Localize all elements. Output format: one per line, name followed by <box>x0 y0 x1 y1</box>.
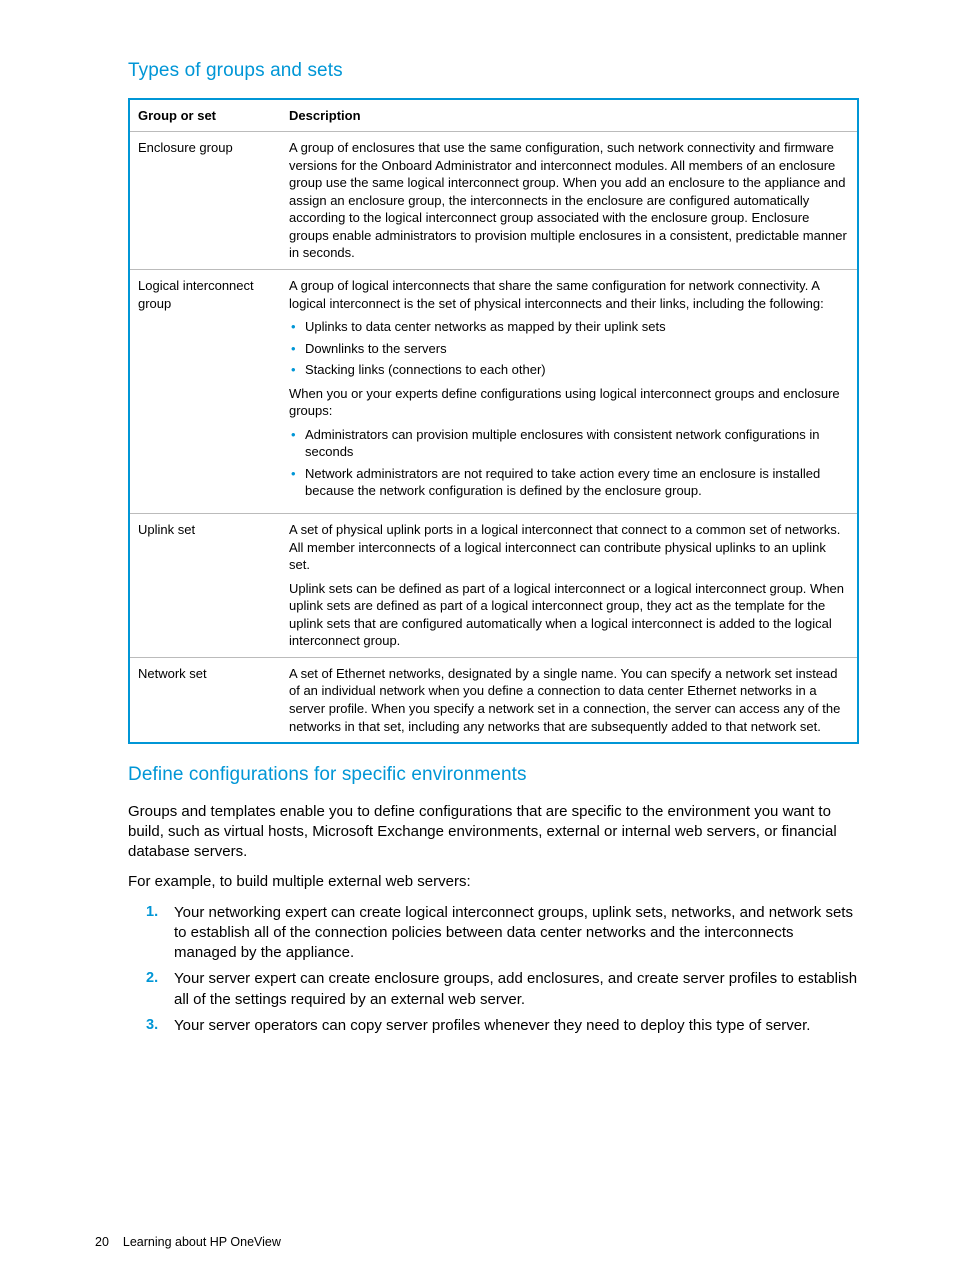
table-row: Uplink set A set of physical uplink port… <box>129 514 858 658</box>
body-paragraph: For example, to build multiple external … <box>128 872 859 892</box>
table-row: Enclosure group A group of enclosures th… <box>129 132 858 270</box>
row-name: Enclosure group <box>129 132 281 270</box>
bullet-list: Administrators can provision multiple en… <box>289 426 849 500</box>
list-item: Stacking links (connections to each othe… <box>289 361 849 379</box>
body-paragraph: Groups and templates enable you to defin… <box>128 802 859 863</box>
desc-paragraph: A group of logical interconnects that sh… <box>289 277 849 312</box>
numbered-list: Your networking expert can create logica… <box>146 903 859 1037</box>
desc-paragraph: A set of Ethernet networks, designated b… <box>289 665 849 735</box>
table-row: Network set A set of Ethernet networks, … <box>129 657 858 743</box>
groups-table: Group or set Description Enclosure group… <box>128 98 859 744</box>
list-item: Administrators can provision multiple en… <box>289 426 849 461</box>
page-number: 20 <box>95 1234 109 1251</box>
bullet-list: Uplinks to data center networks as mappe… <box>289 318 849 379</box>
list-item: Network administrators are not required … <box>289 465 849 500</box>
table-header-description: Description <box>281 99 858 132</box>
row-name: Uplink set <box>129 514 281 658</box>
table-row: Logical interconnect group A group of lo… <box>129 270 858 514</box>
page-footer: 20 Learning about HP OneView <box>95 1234 281 1251</box>
desc-paragraph: When you or your experts define configur… <box>289 385 849 420</box>
desc-paragraph: A set of physical uplink ports in a logi… <box>289 521 849 574</box>
table-header-group: Group or set <box>129 99 281 132</box>
row-description: A group of enclosures that use the same … <box>281 132 858 270</box>
list-item: Your server operators can copy server pr… <box>146 1016 859 1036</box>
list-item: Your server expert can create enclosure … <box>146 969 859 1010</box>
row-description: A set of physical uplink ports in a logi… <box>281 514 858 658</box>
heading-types-of-groups: Types of groups and sets <box>128 58 859 84</box>
list-item: Your networking expert can create logica… <box>146 903 859 964</box>
row-description: A set of Ethernet networks, designated b… <box>281 657 858 743</box>
row-description: A group of logical interconnects that sh… <box>281 270 858 514</box>
list-item: Downlinks to the servers <box>289 340 849 358</box>
desc-paragraph: Uplink sets can be defined as part of a … <box>289 580 849 650</box>
desc-paragraph: A group of enclosures that use the same … <box>289 139 849 262</box>
heading-define-configurations: Define configurations for specific envir… <box>128 762 859 788</box>
row-name: Network set <box>129 657 281 743</box>
list-item: Uplinks to data center networks as mappe… <box>289 318 849 336</box>
row-name: Logical interconnect group <box>129 270 281 514</box>
footer-title: Learning about HP OneView <box>123 1235 281 1249</box>
